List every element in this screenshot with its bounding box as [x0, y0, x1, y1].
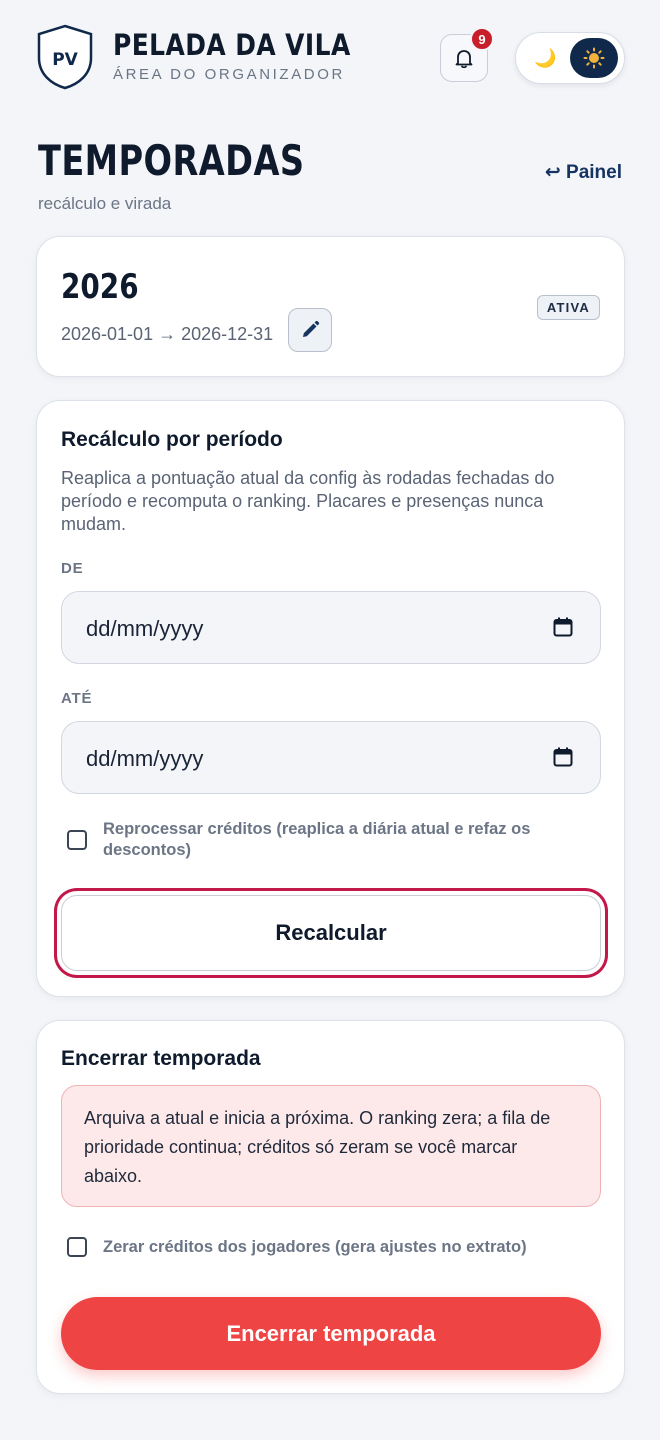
notification-badge: 9	[470, 27, 494, 51]
to-label: ATÉ	[61, 690, 93, 707]
to-date-placeholder: dd/mm/yyyy	[86, 746, 204, 771]
close-season-warning: Arquiva a atual e inicia a próxima. O ra…	[61, 1085, 601, 1207]
season-card: 2026 2026-01-01 → 2026-12-31 ATIVA	[36, 236, 625, 377]
reset-credits-label[interactable]: Zerar créditos dos jogadores (gera ajust…	[103, 1237, 593, 1258]
from-date-placeholder: dd/mm/yyyy	[86, 616, 204, 641]
page-title: TEMPORADAS	[38, 136, 305, 185]
page: PV PELADA DA VILA ÁREA DO ORGANIZADOR 9 …	[0, 0, 660, 1440]
season-year: 2026	[61, 267, 139, 307]
brand-title: PELADA DA VILA	[113, 28, 351, 62]
reprocess-credits-checkbox[interactable]	[67, 830, 87, 850]
from-label: DE	[61, 560, 84, 577]
reset-credits-checkbox[interactable]	[67, 1237, 87, 1257]
calendar-icon[interactable]	[552, 746, 574, 768]
brand-subtitle: ÁREA DO ORGANIZADOR	[113, 66, 345, 83]
back-to-panel-link[interactable]: ↩ Painel	[545, 161, 622, 184]
pencil-icon	[303, 320, 320, 337]
theme-toggle-knob[interactable]	[570, 38, 618, 78]
from-date-input[interactable]: dd/mm/yyyy	[61, 591, 601, 664]
reprocess-credits-label[interactable]: Reprocessar créditos (reaplica a diária …	[103, 819, 593, 861]
close-season-title: Encerrar temporada	[61, 1047, 261, 1070]
bell-icon	[455, 50, 473, 69]
recalc-card: Recálculo por período Reaplica a pontuaç…	[36, 400, 625, 997]
recalc-title: Recálculo por período	[61, 428, 283, 451]
recalculate-button[interactable]: Recalcular	[61, 895, 601, 971]
page-subtitle: recálculo e virada	[38, 194, 172, 213]
season-date-range: 2026-01-01 → 2026-12-31	[61, 324, 274, 344]
status-badge: ATIVA	[536, 295, 600, 320]
moon-icon: 🌙	[534, 48, 557, 68]
calendar-icon[interactable]	[552, 616, 574, 638]
edit-season-button[interactable]	[288, 308, 332, 352]
sun-icon	[583, 47, 605, 69]
to-date-input[interactable]: dd/mm/yyyy	[61, 721, 601, 794]
recalc-description: Reaplica a pontuação atual da config às …	[61, 468, 555, 534]
logo-shield-icon[interactable]: PV	[36, 24, 94, 90]
logo-text: PV	[52, 50, 78, 70]
close-season-card: Encerrar temporada Arquiva a atual e ini…	[36, 1020, 625, 1394]
close-season-button[interactable]: Encerrar temporada	[61, 1297, 601, 1370]
header: PV PELADA DA VILA ÁREA DO ORGANIZADOR 9 …	[0, 0, 660, 120]
